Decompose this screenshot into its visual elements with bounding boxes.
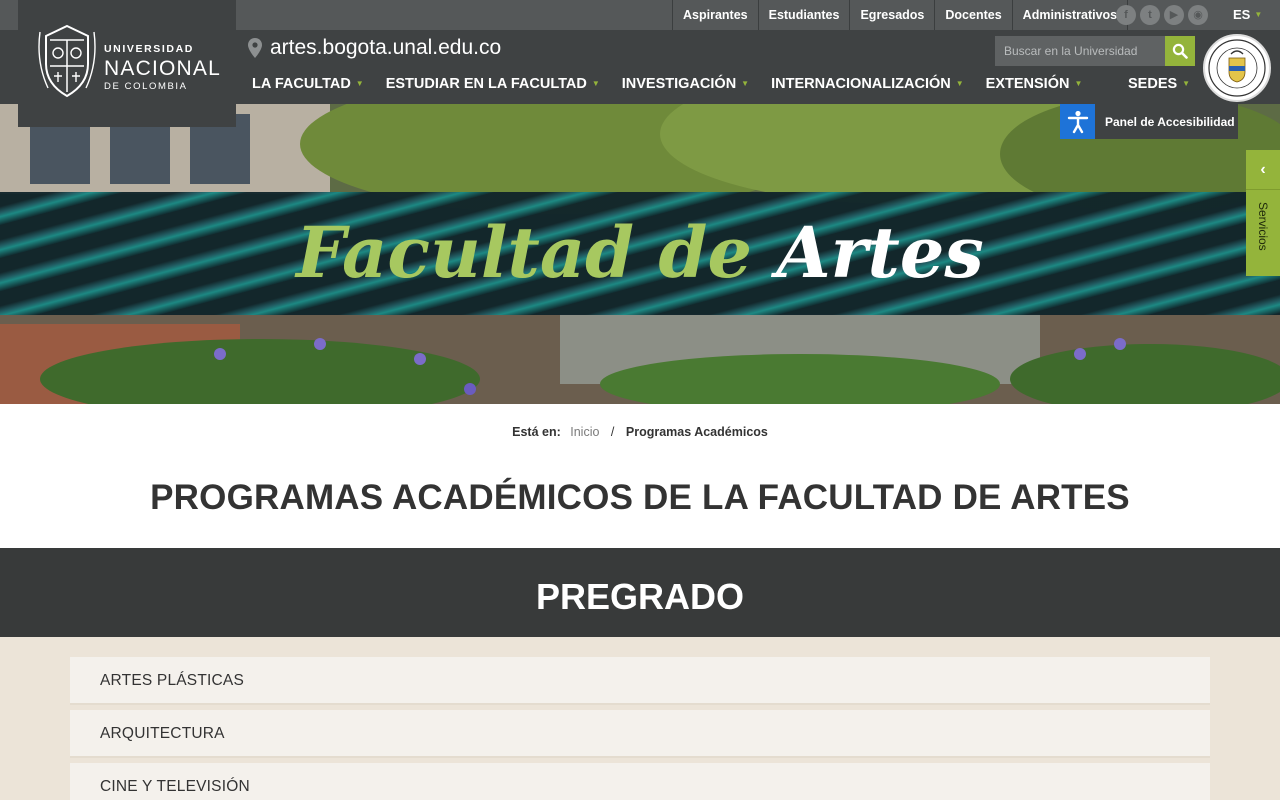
main-navigation: LA FACULTAD ▼ ESTUDIAR EN LA FACULTAD ▼ IN… [252,76,1104,96]
audience-aspirantes[interactable]: Aspirantes [672,0,758,30]
audience-estudiantes[interactable]: Estudiantes [757,0,850,30]
audience-menu: Aspirantes Estudiantes Egresados Docente… [672,0,1129,30]
breadcrumb-separator: / [610,425,615,439]
nav-label: INTERNACIONALIZACIÓN [771,76,951,92]
chevron-down-icon: ▼ [355,79,364,88]
accessibility-icon [1060,104,1095,139]
audience-egresados[interactable]: Egresados [849,0,934,30]
accessibility-panel-button[interactable]: Panel de Accesibilidad [1060,104,1238,139]
accessibility-label: Panel de Accesibilidad [1105,114,1235,129]
site-header: Aspirantes Estudiantes Egresados Docente… [0,0,1280,127]
colombia-seal-icon [1208,39,1266,97]
program-item-artes-plasticas[interactable]: ARTES PLÁSTICAS [70,657,1210,705]
chevron-left-icon: ‹ [1246,150,1280,190]
chevron-down-icon: ▼ [1074,79,1083,88]
logo-line-2: NACIONAL [104,56,221,80]
programs-list: ARTES PLÁSTICAS ARQUITECTURA CINE Y TELE… [0,637,1280,800]
nav-investigacion[interactable]: INVESTIGACIÓN ▼ [622,76,749,96]
breadcrumb-home-link[interactable]: Inicio [570,425,599,439]
program-label: CINE Y TELEVISIÓN [100,778,250,795]
chevron-down-icon: ▼ [1254,10,1263,19]
twitter-icon[interactable]: t [1140,5,1160,25]
servicios-label: Servicios [1256,202,1270,251]
program-label: ARQUITECTURA [100,725,225,742]
nav-label: INVESTIGACIÓN [621,76,737,92]
nav-extension[interactable]: EXTENSIÓN ▼ [986,76,1083,96]
pregrado-section-header: PREGRADO [0,548,1280,637]
program-label: ARTES PLÁSTICAS [100,672,244,689]
search-icon [1172,43,1188,59]
audience-administrativos[interactable]: Administrativos [1011,0,1129,30]
university-shield-icon [38,24,96,98]
chevron-down-icon: ▼ [741,79,750,88]
servicios-tab[interactable]: ‹ Servicios [1246,150,1280,276]
nav-estudiar[interactable]: ESTUDIAR EN LA FACULTAD ▼ [386,76,600,96]
youtube-icon[interactable]: ▶ [1164,5,1184,25]
language-label: ES [1233,7,1251,22]
nav-label: ESTUDIAR EN LA FACULTAD [385,76,587,92]
nav-sedes[interactable]: SEDES ▼ [1128,76,1190,92]
logo-line-3: DE COLOMBIA [104,80,188,92]
university-logo[interactable]: UNIVERSIDAD NACIONAL DE COLOMBIA [18,0,236,127]
search-button[interactable] [1165,36,1195,66]
hero-title-part-2: Artes [776,211,984,294]
nav-label: LA FACULTAD [252,76,351,92]
social-links: f t ▶ ◉ [1116,5,1208,25]
chevron-down-icon: ▼ [591,79,600,88]
pregrado-heading: PREGRADO [535,576,745,617]
audience-docentes[interactable]: Docentes [934,0,1011,30]
search-box [995,36,1195,66]
logo-line-1: UNIVERSIDAD [104,43,194,55]
chevron-down-icon: ▼ [955,79,964,88]
nav-la-facultad[interactable]: LA FACULTAD ▼ [252,76,364,96]
site-url-text: artes.bogota.unal.edu.co [270,36,502,59]
chevron-down-icon: ▼ [1182,79,1191,88]
facebook-icon[interactable]: f [1116,5,1136,25]
program-item-arquitectura[interactable]: ARQUITECTURA [70,710,1210,758]
hero-banner: Facultad de Artes [0,104,1280,404]
language-selector[interactable]: ES ▼ [1233,7,1262,22]
nav-label: EXTENSIÓN [985,76,1070,92]
rss-icon[interactable]: ◉ [1188,5,1208,25]
breadcrumb-label: Está en: [512,425,561,439]
hero-title: Facultad de Artes [0,208,1280,298]
breadcrumb: Está en: Inicio / Programas Académicos [0,425,1280,439]
program-item-cine-television[interactable]: CINE Y TELEVISIÓN [70,763,1210,800]
nav-label: SEDES [1128,76,1178,92]
location-pin-icon [248,38,262,58]
republic-seal[interactable] [1203,34,1271,102]
page-title: PROGRAMAS ACADÉMICOS DE LA FACULTAD DE A… [150,478,1130,517]
site-url[interactable]: artes.bogota.unal.edu.co [248,36,501,60]
search-input[interactable] [995,36,1165,66]
breadcrumb-current: Programas Académicos [625,425,768,439]
nav-internacionalizacion[interactable]: INTERNACIONALIZACIÓN ▼ [771,76,964,96]
logo-wordmark: UNIVERSIDAD NACIONAL DE COLOMBIA [104,44,221,91]
hero-title-part-1: Facultad de [296,211,752,294]
